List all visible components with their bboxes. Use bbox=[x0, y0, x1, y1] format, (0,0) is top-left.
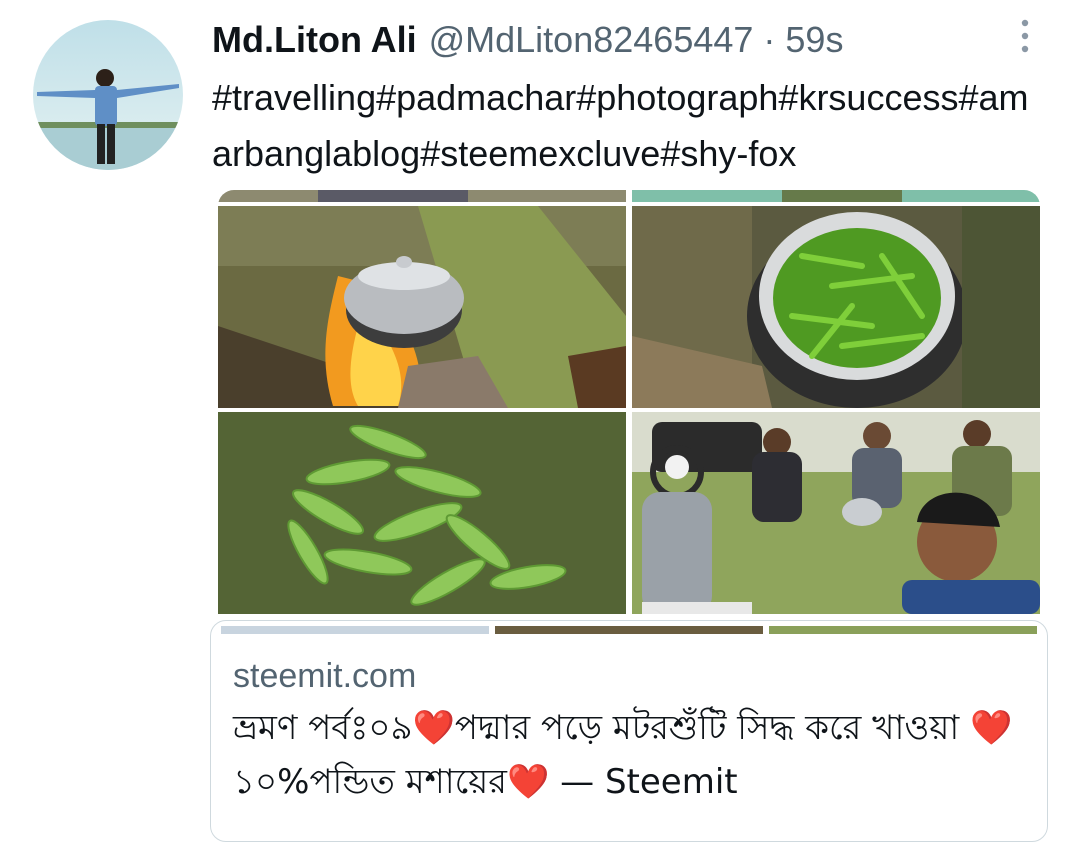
tweet[interactable]: Md.Liton Ali @MdLiton82465447 · 59s #tra… bbox=[0, 0, 1080, 842]
link-card-title: ভ্রমণ পর্বঃ০৯❤️পদ্মার পড়ে মটরশুঁটি সিদ্… bbox=[233, 708, 1013, 802]
photo-strip-left bbox=[218, 190, 626, 202]
vertical-ellipsis-icon bbox=[1021, 19, 1029, 53]
avatar[interactable] bbox=[33, 20, 183, 170]
link-card-image-strip bbox=[221, 621, 1037, 634]
link-card-domain: steemit.com bbox=[233, 657, 417, 695]
photo-cooking-pot[interactable] bbox=[218, 206, 626, 408]
photo-group-selfie[interactable] bbox=[632, 412, 1040, 614]
author-name[interactable]: Md.Liton Ali bbox=[212, 19, 417, 61]
hashtag-link[interactable]: #padmachar bbox=[376, 77, 576, 118]
photo-strip-right bbox=[632, 190, 1040, 202]
hashtag-link[interactable]: #krsuccess bbox=[778, 77, 958, 118]
hashtag-link[interactable]: #photograph bbox=[576, 77, 778, 118]
photo-green-peas[interactable] bbox=[218, 412, 626, 614]
avatar-image bbox=[33, 20, 183, 170]
separator-dot: · bbox=[763, 19, 776, 60]
tweet-time[interactable]: 59s bbox=[785, 19, 843, 61]
hashtag-link[interactable]: #shy-fox bbox=[660, 133, 796, 174]
more-options-button[interactable] bbox=[1008, 16, 1042, 56]
media-grid bbox=[218, 190, 1040, 616]
tweet-text: #travelling#padmachar#photograph#krsucce… bbox=[212, 70, 1047, 182]
photo-green-chilies[interactable] bbox=[632, 206, 1040, 408]
hashtag-link[interactable]: #steemexcluve bbox=[420, 133, 660, 174]
tweet-header: Md.Liton Ali @MdLiton82465447 · 59s bbox=[212, 14, 843, 66]
author-handle[interactable]: @MdLiton82465447 bbox=[429, 19, 754, 61]
link-card[interactable]: steemit.com ভ্রমণ পর্বঃ০৯❤️পদ্মার পড়ে ম… bbox=[210, 620, 1048, 842]
hashtag-link[interactable]: #travelling bbox=[212, 77, 376, 118]
